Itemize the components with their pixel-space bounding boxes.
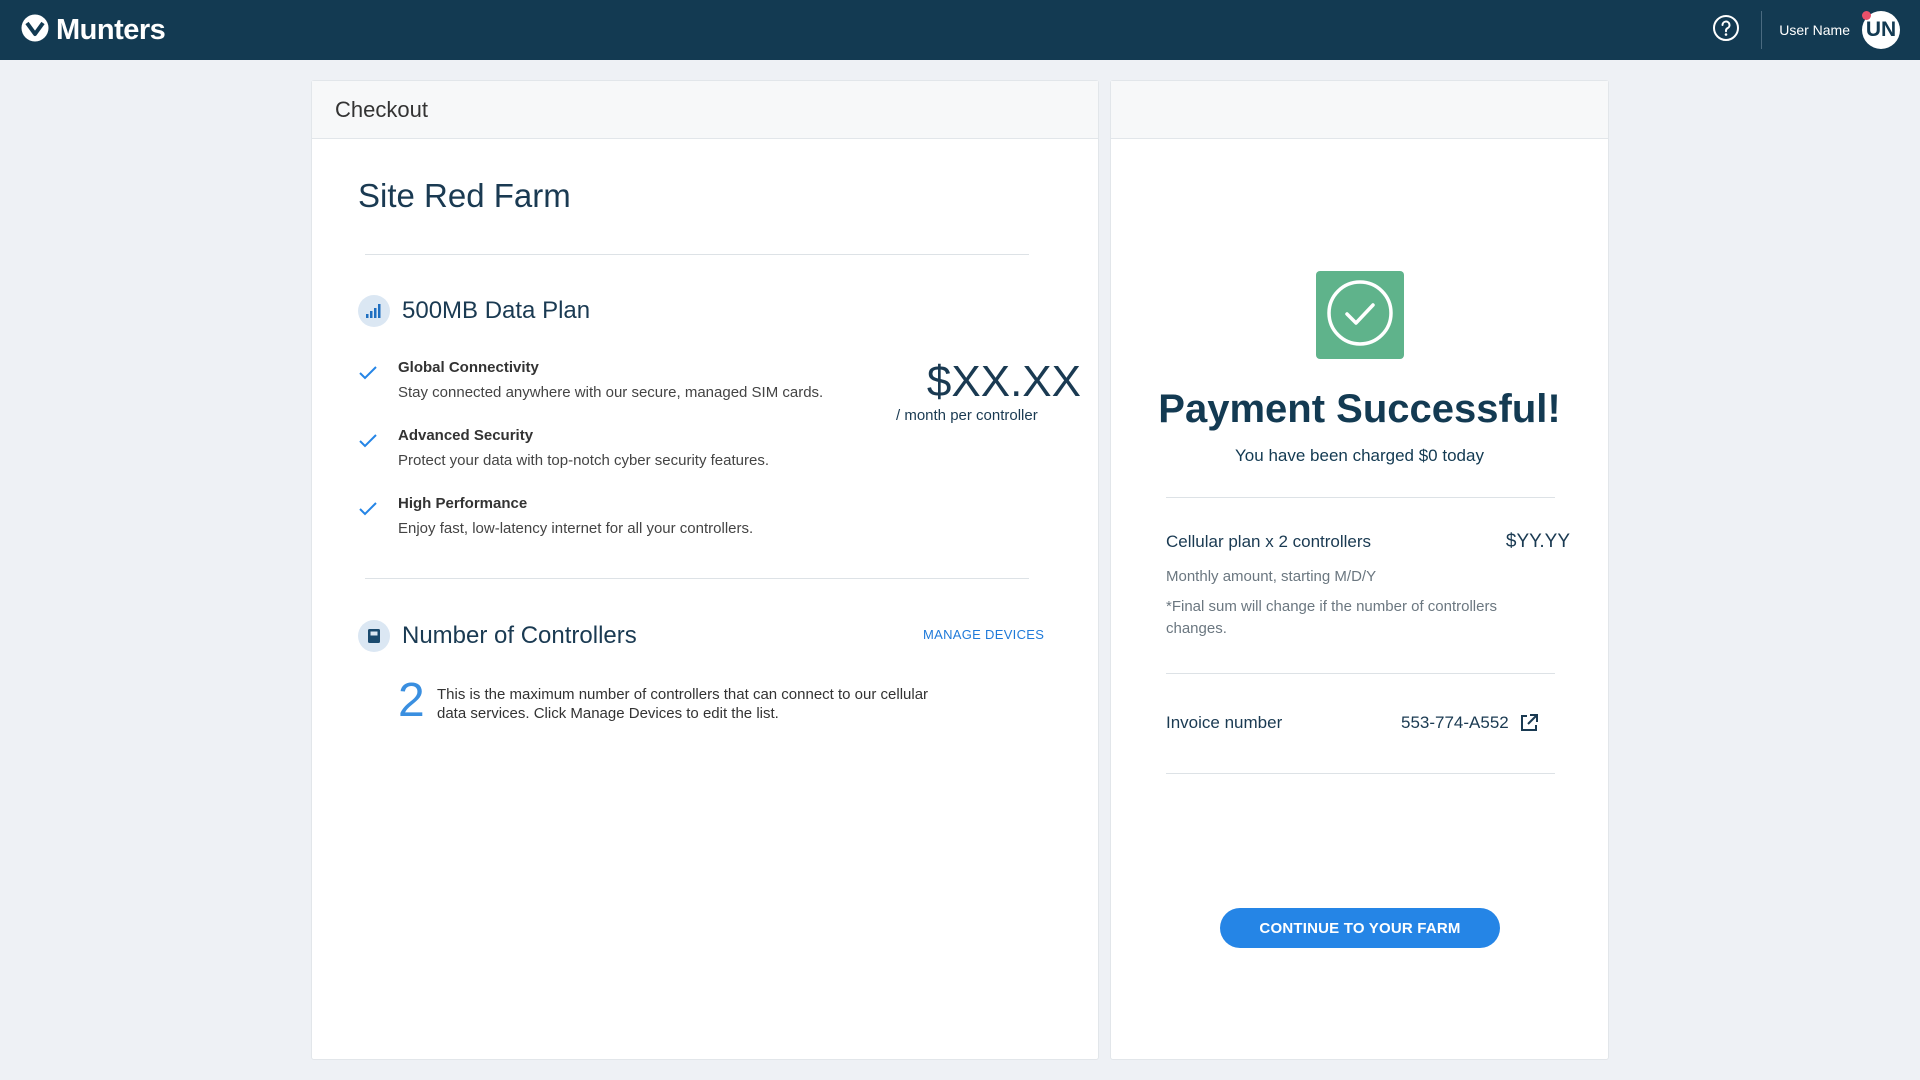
signal-icon bbox=[358, 295, 390, 327]
user-name[interactable]: User Name bbox=[1779, 22, 1850, 38]
help-icon bbox=[1712, 14, 1740, 47]
feature-title: Advanced Security bbox=[398, 427, 534, 444]
checkmark-icon bbox=[358, 359, 382, 401]
checkout-card: Checkout Site Red Farm 500MB Data Plan G… bbox=[311, 80, 1099, 1060]
feature-item: High Performance Enjoy fast, low-latency… bbox=[358, 495, 753, 537]
divider bbox=[365, 578, 1029, 579]
controllers-title: Number of Controllers bbox=[402, 622, 637, 649]
help-button[interactable] bbox=[1711, 14, 1741, 47]
top-bar: Munters User Name UN bbox=[0, 0, 1920, 60]
checkout-header: Checkout bbox=[312, 81, 1098, 139]
brand-logo[interactable]: Munters bbox=[20, 13, 166, 48]
controller-icon bbox=[358, 620, 390, 652]
plan-summary-label: Cellular plan x 2 controllers bbox=[1166, 532, 1372, 551]
plan-price: $XX.XX bbox=[926, 357, 1081, 406]
divider bbox=[1166, 773, 1555, 774]
continue-to-farm-button[interactable]: CONTINUE TO YOUR FARM bbox=[1220, 908, 1500, 948]
site-title: Site Red Farm bbox=[358, 177, 571, 214]
feature-desc: Stay connected anywhere with our secure,… bbox=[398, 384, 824, 401]
avatar-initials: UN bbox=[1865, 18, 1897, 41]
success-title: Payment Successful! bbox=[1158, 387, 1561, 431]
brand-name: Munters bbox=[56, 13, 166, 46]
munters-logo-icon bbox=[20, 13, 50, 48]
header-divider bbox=[1761, 11, 1763, 49]
invoice-number: 553-774-A552 bbox=[1401, 713, 1509, 732]
manage-devices-link[interactable]: MANAGE DEVICES bbox=[923, 627, 1044, 642]
divider bbox=[1166, 673, 1555, 674]
feature-desc: Protect your data with top-notch cyber s… bbox=[398, 452, 770, 469]
summary-header bbox=[1111, 81, 1608, 139]
plan-title: 500MB Data Plan bbox=[402, 297, 591, 324]
controllers-header: Number of Controllers bbox=[358, 620, 637, 652]
final-sum-note: *Final sum will change if the number of … bbox=[1166, 598, 1497, 637]
payment-summary-card: Payment Successful! You have been charge… bbox=[1110, 80, 1609, 1060]
check-circle-icon bbox=[1325, 278, 1395, 353]
avatar[interactable]: UN bbox=[1862, 11, 1900, 49]
success-subtitle: You have been charged $0 today bbox=[1235, 446, 1484, 465]
external-link-icon[interactable] bbox=[1519, 713, 1539, 733]
plan-header: 500MB Data Plan bbox=[358, 295, 590, 327]
feature-item: Advanced Security Protect your data with… bbox=[358, 427, 769, 469]
invoice-number-group: 553-774-A552 bbox=[1401, 713, 1539, 733]
feature-title: Global Connectivity bbox=[398, 359, 539, 376]
checkout-title: Checkout bbox=[335, 96, 428, 122]
invoice-label: Invoice number bbox=[1166, 713, 1283, 732]
price-unit: / month per controller bbox=[896, 407, 1038, 424]
checkmark-icon bbox=[358, 495, 382, 537]
notification-dot bbox=[1862, 11, 1871, 20]
divider bbox=[1166, 497, 1555, 498]
divider bbox=[365, 254, 1029, 255]
feature-item: Global Connectivity Stay connected anywh… bbox=[358, 359, 823, 401]
feature-title: High Performance bbox=[398, 495, 528, 512]
monthly-note: Monthly amount, starting M/D/Y bbox=[1166, 568, 1377, 585]
controller-count: 2 bbox=[398, 674, 425, 727]
success-badge bbox=[1316, 271, 1404, 359]
checkmark-icon bbox=[358, 427, 382, 469]
controllers-desc: This is the maximum number of controller… bbox=[437, 686, 929, 722]
feature-desc: Enjoy fast, low-latency internet for all… bbox=[398, 520, 754, 537]
plan-summary-value: $YY.YY bbox=[1505, 531, 1570, 552]
